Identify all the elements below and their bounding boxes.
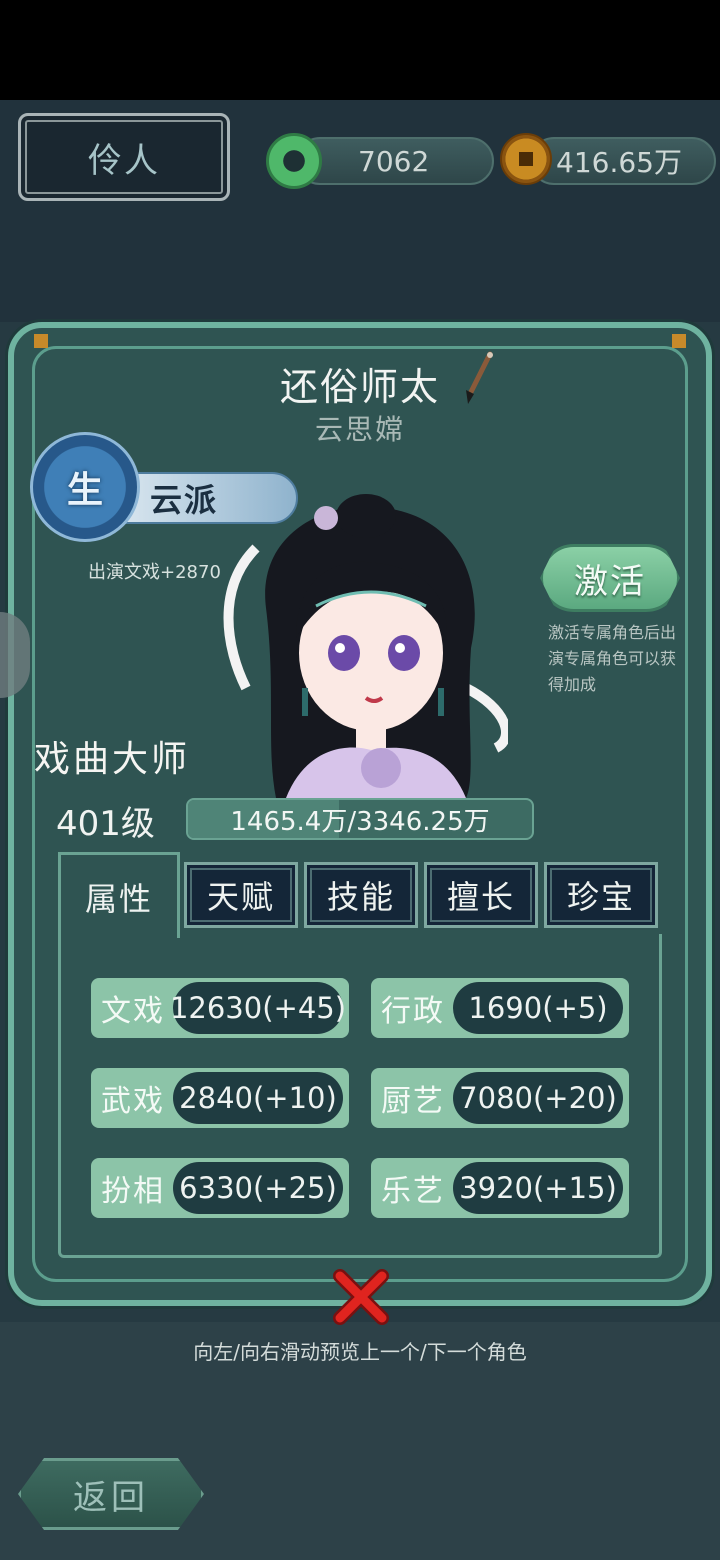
- tab-label: 天赋: [206, 878, 275, 916]
- attribute-item: 厨艺 7080(+20): [371, 1068, 629, 1128]
- jade-disc-icon: [266, 133, 322, 189]
- experience-text: 1465.4万/3346.25万: [230, 806, 490, 837]
- attribute-label: 武戏: [101, 1084, 165, 1119]
- dragon-badge-icon: 生: [30, 432, 140, 542]
- tab-specialty[interactable]: 擅长: [424, 862, 538, 928]
- rank-title: 戏曲大师: [34, 739, 191, 780]
- attribute-item: 乐艺 3920(+15): [371, 1158, 629, 1218]
- level-label: 401级: [56, 804, 155, 844]
- attribute-item: 武戏 2840(+10): [91, 1068, 349, 1128]
- jade-currency: 7062: [266, 133, 494, 189]
- attribute-label: 乐艺: [381, 1174, 445, 1209]
- coin-amount: 416.65万: [556, 146, 682, 179]
- category-tab[interactable]: 伶人: [18, 113, 230, 201]
- coin-currency: 416.65万: [500, 133, 716, 189]
- status-bar: [0, 0, 720, 100]
- detail-tabs: 属性 天赋 技能 擅长 珍宝: [58, 852, 662, 938]
- attribute-value: 12630(+45): [170, 982, 346, 1034]
- attribute-value: 1690(+5): [453, 982, 623, 1034]
- tab-talent[interactable]: 天赋: [184, 862, 298, 928]
- attribute-value: 7080(+20): [453, 1072, 623, 1124]
- attribute-item: 扮相 6330(+25): [91, 1158, 349, 1218]
- back-label: 返回: [73, 1477, 149, 1518]
- tab-label: 珍宝: [566, 878, 635, 916]
- tab-attributes[interactable]: 属性: [58, 852, 180, 938]
- tab-label: 擅长: [446, 878, 515, 916]
- back-button[interactable]: 返回: [18, 1458, 204, 1530]
- tab-skills[interactable]: 技能: [304, 862, 418, 928]
- attribute-value: 2840(+10): [173, 1072, 343, 1124]
- attribute-item: 文戏 12630(+45): [91, 978, 349, 1038]
- tab-label: 技能: [326, 878, 395, 916]
- category-tab-label: 伶人: [88, 140, 160, 181]
- copper-coin-icon: [500, 133, 552, 185]
- attribute-value: 3920(+15): [453, 1162, 623, 1214]
- brush-icon[interactable]: [460, 350, 496, 406]
- attribute-label: 行政: [381, 994, 445, 1029]
- character-role-title: 还俗师太: [279, 365, 440, 409]
- attribute-label: 厨艺: [381, 1084, 445, 1119]
- tab-label: 属性: [84, 879, 153, 918]
- tab-treasure[interactable]: 珍宝: [544, 862, 658, 928]
- character-portrait: [223, 494, 508, 798]
- attribute-label: 文戏: [101, 994, 165, 1029]
- jade-amount: 7062: [358, 144, 430, 178]
- faction-badge-char: 生: [66, 470, 103, 511]
- attribute-label: 扮相: [101, 1174, 165, 1209]
- performance-bonus: 出演文戏+2870: [88, 562, 221, 583]
- attribute-value: 6330(+25): [173, 1162, 343, 1214]
- corner-ornament: [34, 334, 48, 348]
- attributes-panel: 文戏 12630(+45) 行政 1690(+5) 武戏 2840(+10) 厨…: [58, 934, 662, 1258]
- activate-description: 激活专属角色后出演专属角色可以获得加成: [548, 623, 677, 694]
- activate-label: 激活: [574, 561, 646, 602]
- activate-button[interactable]: 激活: [540, 544, 680, 612]
- faction-name: 云派: [150, 481, 219, 519]
- attribute-item: 行政 1690(+5): [371, 978, 629, 1038]
- swipe-hint: 向左/向右滑动预览上一个/下一个角色: [193, 1340, 527, 1364]
- close-x-icon[interactable]: [332, 1268, 390, 1326]
- corner-ornament: [672, 334, 686, 348]
- experience-bar: 1465.4万/3346.25万: [186, 798, 534, 840]
